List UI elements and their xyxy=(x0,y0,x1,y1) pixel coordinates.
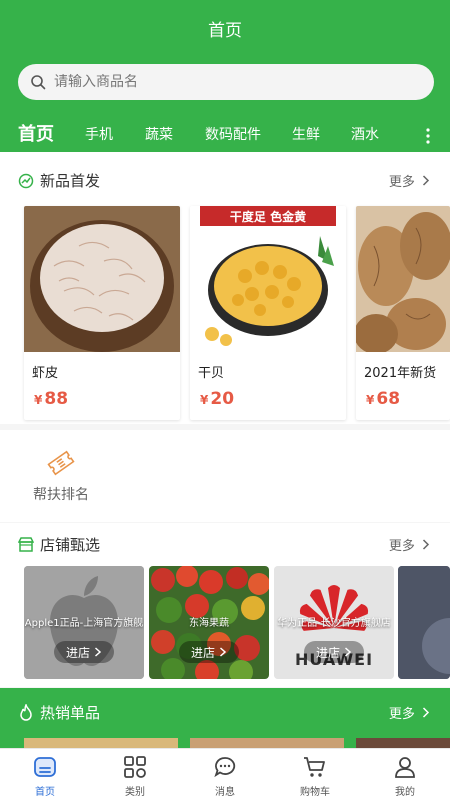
more-new-products-link[interactable]: 更多 xyxy=(389,171,430,190)
tabbar-item-profile[interactable]: 我的 xyxy=(360,749,450,800)
shop-card[interactable]: 东海果蔬 进店 xyxy=(149,566,269,679)
page-title: 首页 xyxy=(208,21,242,41)
tabbar-item-home[interactable]: 首页 xyxy=(0,749,90,800)
chevron-right-icon xyxy=(422,175,430,186)
category-icon xyxy=(124,756,146,778)
more-shops-link[interactable]: 更多 xyxy=(389,535,430,554)
profile-icon xyxy=(395,757,415,778)
section-title: 店铺甄选 xyxy=(40,536,101,554)
shop-name: 东海果蔬 xyxy=(189,618,229,629)
tab-home[interactable]: 首页 xyxy=(18,120,54,146)
product-image-scallop xyxy=(190,206,346,352)
chevron-right-icon xyxy=(422,707,430,718)
tab-vegetables[interactable]: 蔬菜 xyxy=(145,124,173,144)
product-card[interactable]: 2021年新货 ¥68 xyxy=(356,206,450,420)
trend-icon xyxy=(18,173,34,188)
product-price: ¥88 xyxy=(34,389,69,409)
chevron-right-icon xyxy=(95,647,102,657)
shop-card[interactable] xyxy=(398,566,450,679)
shop-name: 华为正品-长沙官方旗舰店 xyxy=(277,618,391,629)
product-card[interactable]: 虾皮 ¥88 xyxy=(24,206,180,420)
bottom-tab-bar: 首页 类别 消息 购物车 我的 xyxy=(0,748,450,800)
section-title: 新品首发 xyxy=(40,172,101,190)
ranking-section: 帮扶排名 xyxy=(0,430,450,522)
hot-header: 热销单品 xyxy=(18,702,100,723)
shops-header: 店铺甄选 xyxy=(18,534,100,555)
shop-image-partial xyxy=(398,566,450,679)
more-vertical-icon[interactable] xyxy=(426,128,430,144)
shop-name: Apple1正品-上海官方旗舰 xyxy=(24,618,144,629)
product-name: 干贝 xyxy=(198,366,225,381)
shop-card[interactable]: Apple1正品-上海官方旗舰 进店 xyxy=(24,566,144,679)
tab-phone[interactable]: 手机 xyxy=(85,124,113,144)
product-card[interactable]: 干度足 色金黄 干贝 ¥20 xyxy=(190,206,346,420)
search-input[interactable] xyxy=(54,74,394,90)
enter-shop-button[interactable]: 进店 xyxy=(54,641,114,663)
tabbar-item-cart[interactable]: 购物车 xyxy=(270,749,360,800)
product-name: 2021年新货 xyxy=(364,366,437,381)
product-price: ¥68 xyxy=(366,389,401,409)
enter-shop-button[interactable]: 进店 xyxy=(304,641,364,663)
product-image-shrimp xyxy=(24,206,180,352)
shop-card[interactable]: HUAWEI 华为正品-长沙官方旗舰店 进店 xyxy=(274,566,394,679)
header: 首页 首页 手机 蔬菜 数码配件 生鲜 酒水 xyxy=(0,0,450,152)
home-icon xyxy=(34,757,56,777)
tab-drinks[interactable]: 酒水 xyxy=(351,124,379,144)
product-banner: 干度足 色金黄 xyxy=(229,210,307,224)
fire-icon xyxy=(20,704,32,721)
search-bar[interactable] xyxy=(18,64,434,100)
tabbar-item-message[interactable]: 消息 xyxy=(180,749,270,800)
chevron-right-icon xyxy=(220,647,227,657)
product-image-walnut xyxy=(356,206,450,354)
message-icon xyxy=(214,757,236,778)
tab-digital-accessories[interactable]: 数码配件 xyxy=(205,124,261,144)
product-name: 虾皮 xyxy=(32,366,59,381)
ranking-entry[interactable]: 帮扶排名 xyxy=(32,450,90,504)
hot-section: 热销单品 更多 xyxy=(0,688,450,748)
more-hot-link[interactable]: 更多 xyxy=(389,703,430,722)
hot-item-peek xyxy=(24,738,178,748)
hot-item-peek xyxy=(356,738,450,748)
ranking-label: 帮扶排名 xyxy=(33,487,89,503)
chevron-right-icon xyxy=(345,647,352,657)
search-icon xyxy=(31,75,46,90)
tab-fresh[interactable]: 生鲜 xyxy=(292,124,320,144)
product-price: ¥20 xyxy=(200,389,235,409)
tabbar-item-category[interactable]: 类别 xyxy=(90,749,180,800)
new-products-header: 新品首发 xyxy=(18,170,100,191)
hot-item-peek xyxy=(190,738,344,748)
store-icon xyxy=(18,537,34,552)
category-tabs: 首页 手机 蔬菜 数码配件 生鲜 酒水 xyxy=(0,120,450,150)
enter-shop-button[interactable]: 进店 xyxy=(179,641,239,663)
chevron-right-icon xyxy=(422,539,430,550)
cart-icon xyxy=(304,757,325,777)
ticket-icon xyxy=(47,450,75,476)
section-title: 热销单品 xyxy=(40,704,101,722)
